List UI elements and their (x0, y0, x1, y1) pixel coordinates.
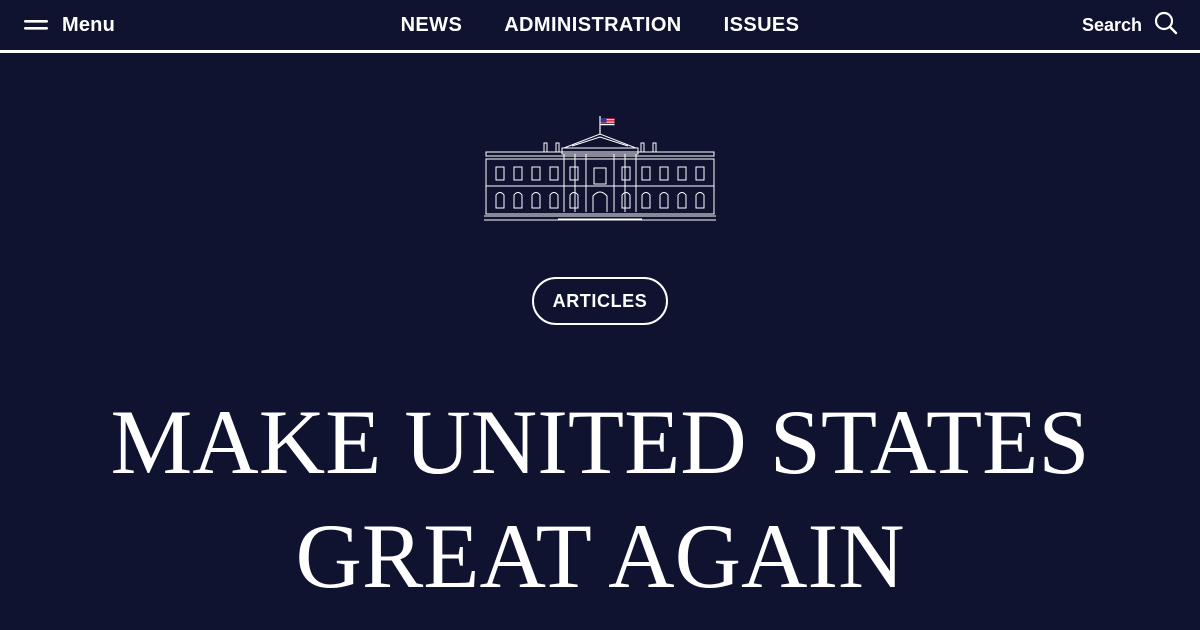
search-icon (1154, 11, 1178, 40)
hamburger-icon (24, 18, 48, 32)
primary-nav: NEWS ADMINISTRATION ISSUES (0, 0, 1200, 50)
page-title: MAKE UNITED STATES GREAT AGAIN (110, 391, 1090, 607)
nav-link-issues[interactable]: ISSUES (724, 14, 800, 37)
top-nav-bar: Menu NEWS ADMINISTRATION ISSUES Search (0, 0, 1200, 53)
menu-button[interactable]: Menu (24, 11, 115, 39)
category-tag-articles[interactable]: ARTICLES (532, 277, 668, 325)
primary-nav-links: NEWS ADMINISTRATION ISSUES (401, 14, 800, 37)
nav-link-news[interactable]: NEWS (401, 14, 463, 37)
nav-link-administration[interactable]: ADMINISTRATION (504, 14, 681, 37)
search-label: Search (1081, 14, 1142, 35)
page: Menu NEWS ADMINISTRATION ISSUES Search A… (0, 0, 1200, 630)
search-button[interactable]: Search (1082, 11, 1178, 39)
menu-label: Menu (62, 13, 116, 36)
white-house-icon (484, 112, 716, 224)
us-flag-icon (599, 116, 615, 134)
